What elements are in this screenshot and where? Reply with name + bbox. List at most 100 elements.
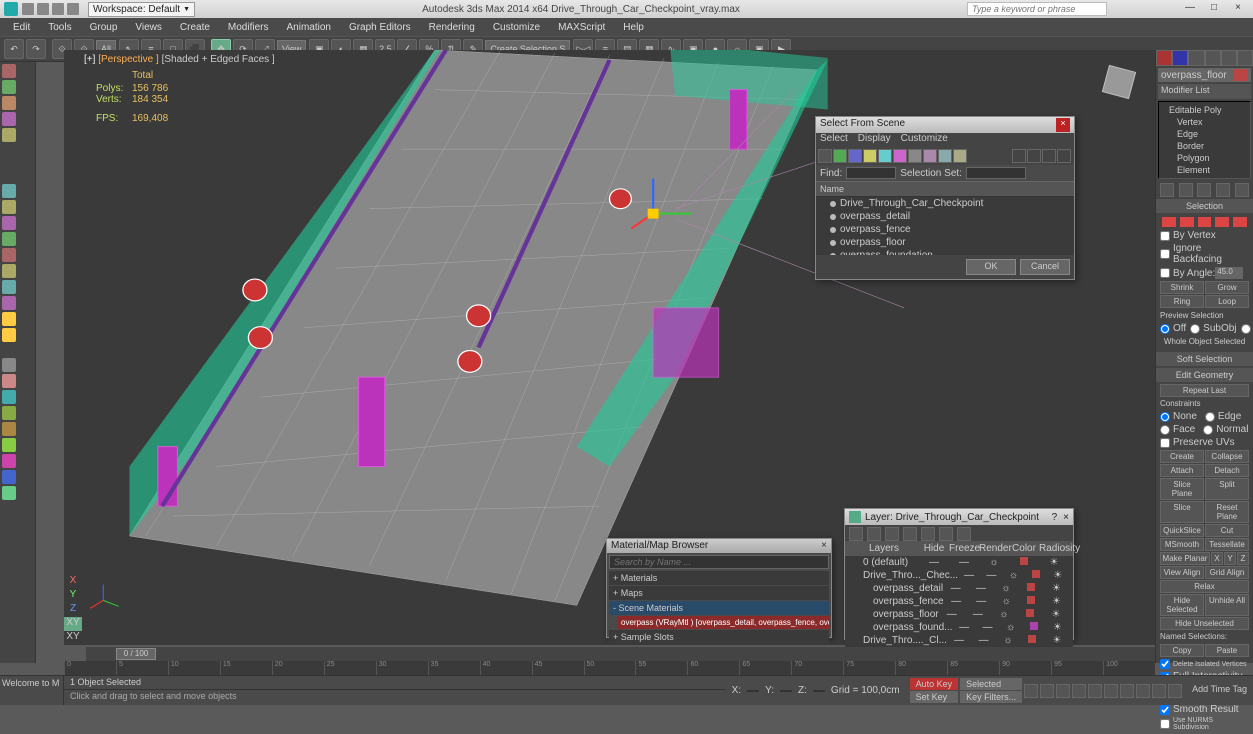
layer-hl-icon[interactable] (921, 527, 935, 541)
layer-cell[interactable]: — (919, 557, 949, 568)
col-hide[interactable]: Hide (919, 543, 949, 554)
layer-color-swatch[interactable] (1028, 635, 1036, 643)
minimize-button[interactable]: — (1179, 2, 1201, 16)
radio-normal[interactable] (1203, 425, 1213, 435)
layer-cell[interactable]: — (949, 557, 979, 568)
snap-vertex-icon[interactable] (2, 64, 16, 78)
filter-sort-icon[interactable] (1027, 149, 1041, 163)
tick[interactable]: 55 (635, 661, 687, 675)
select-from-scene-dialog[interactable]: Select From Scene × Select Display Custo… (815, 116, 1075, 280)
layer-sel-icon[interactable] (903, 527, 917, 541)
coord-z[interactable] (813, 690, 825, 692)
chk-preserveuv[interactable] (1160, 438, 1170, 448)
tick[interactable]: 45 (532, 661, 584, 675)
mat-item-overpass[interactable]: overpass (VRayMtl ) [overpass_detail, ov… (617, 616, 829, 629)
tick[interactable]: 5 (116, 661, 168, 675)
close-button[interactable]: × (1227, 2, 1249, 16)
btn-hidesel[interactable]: Hide Selected (1160, 594, 1204, 616)
col-freeze[interactable]: Freeze (949, 543, 979, 554)
nav-orbit-icon[interactable] (1152, 684, 1166, 698)
dlg-mat-titlebar[interactable]: Material/Map Browser × (607, 539, 831, 553)
btn-shrink[interactable]: Shrink (1160, 281, 1204, 294)
nav-pan-icon[interactable] (1120, 684, 1134, 698)
btn-quickslice[interactable]: QuickSlice (1160, 524, 1204, 537)
stack-unique-icon[interactable] (1197, 183, 1211, 197)
layer-cell[interactable]: ☼ (991, 609, 1017, 620)
chk-byvertex[interactable] (1160, 231, 1170, 241)
layer-row[interactable]: Drive_Thro...._Cl...——☼☀ (845, 634, 1073, 647)
light-spot-icon[interactable] (2, 328, 16, 342)
prim-tube-icon[interactable] (2, 264, 16, 278)
dlg-select-titlebar[interactable]: Select From Scene × (816, 117, 1074, 133)
layer-cell[interactable]: — (947, 635, 971, 646)
help-search-input[interactable] (967, 2, 1107, 16)
light-omni-icon[interactable] (2, 312, 16, 326)
menu-tools[interactable]: Tools (39, 20, 80, 35)
menu-help[interactable]: Help (614, 20, 653, 35)
maximize-button[interactable]: □ (1203, 2, 1225, 16)
dlg-select-menu-select[interactable]: Select (820, 133, 848, 147)
addtimetag[interactable]: Add Time Tag (1186, 676, 1253, 705)
mod-e-icon[interactable] (2, 486, 16, 500)
layer-row[interactable]: overpass_fence——☼☀ (845, 595, 1073, 608)
dlg-select-menu-display[interactable]: Display (858, 133, 891, 147)
stack-editable-poly[interactable]: Editable Poly (1161, 104, 1248, 116)
rollout-editgeom[interactable]: Edit Geometry (1156, 368, 1253, 382)
btn-makeplanar[interactable]: Make Planar (1160, 552, 1210, 565)
key-filters[interactable]: Key Filters... (960, 691, 1022, 703)
tick[interactable]: 90 (999, 661, 1051, 675)
autokey-button[interactable]: Auto Key (910, 678, 959, 690)
layer-cell[interactable]: ☼ (994, 596, 1019, 607)
axis-x[interactable]: X (64, 575, 82, 589)
scene-item[interactable]: Drive_Through_Car_Checkpoint (816, 197, 1074, 210)
layer-cell[interactable]: — (965, 609, 991, 620)
layer-hide-icon[interactable] (939, 527, 953, 541)
stack-border[interactable]: Border (1161, 140, 1248, 152)
dlg-mat-search-input[interactable] (610, 556, 828, 568)
object-color-swatch[interactable] (1234, 69, 1248, 81)
mod-sys-icon[interactable] (2, 406, 16, 420)
layer-radiosity[interactable]: ☀ (1039, 557, 1069, 568)
layer-freeze-icon[interactable] (957, 527, 971, 541)
play-icon[interactable] (1056, 684, 1070, 698)
subobj-vertex-icon[interactable] (1162, 217, 1176, 227)
axis-xy[interactable]: XY (64, 617, 82, 631)
qat-undo-icon[interactable] (52, 3, 64, 15)
prim-cone-icon[interactable] (2, 248, 16, 262)
tick[interactable]: 30 (376, 661, 428, 675)
axis-z[interactable]: Z (64, 603, 82, 617)
mod-space-icon[interactable] (2, 390, 16, 404)
mod-helper-icon[interactable] (2, 374, 16, 388)
prim-sphere-icon[interactable] (2, 184, 16, 198)
tab-modify-icon[interactable] (1172, 50, 1188, 66)
byangle-spinner[interactable]: 45.0 (1215, 267, 1243, 279)
btn-slice[interactable]: Slice (1160, 501, 1204, 523)
tab-display-icon[interactable] (1221, 50, 1237, 66)
filter-space-icon[interactable] (908, 149, 922, 163)
radio-multi[interactable] (1241, 324, 1251, 334)
tab-hierarchy-icon[interactable] (1188, 50, 1204, 66)
tick[interactable]: 85 (947, 661, 999, 675)
btn-attach[interactable]: Attach (1160, 464, 1204, 477)
filter-light-icon[interactable] (863, 149, 877, 163)
layer-cell[interactable]: — (939, 609, 965, 620)
radio-none[interactable] (1160, 412, 1170, 422)
tick[interactable]: 60 (687, 661, 739, 675)
filter-all-icon[interactable] (818, 149, 832, 163)
filter-bone-icon[interactable] (923, 149, 937, 163)
dlg-select-cancel[interactable]: Cancel (1020, 259, 1070, 275)
btn-loop[interactable]: Loop (1205, 295, 1249, 308)
layer-row[interactable]: 0 (default)——☼☀ (845, 556, 1073, 569)
col-render[interactable]: Render (979, 543, 1009, 554)
chk-smoothres[interactable] (1160, 705, 1170, 715)
btn-create[interactable]: Create (1160, 450, 1204, 463)
prim-torus-icon[interactable] (2, 232, 16, 246)
layer-cell[interactable]: ☼ (999, 622, 1022, 633)
rollout-selection[interactable]: Selection (1156, 199, 1253, 213)
menu-animation[interactable]: Animation (277, 20, 339, 35)
scene-item[interactable]: overpass_detail (816, 210, 1074, 223)
prim-teapot-icon[interactable] (2, 280, 16, 294)
mat-section-scene[interactable]: - Scene Materials (609, 601, 829, 615)
btn-paste[interactable]: Paste (1205, 644, 1249, 657)
rollout-softsel[interactable]: Soft Selection (1156, 352, 1253, 366)
